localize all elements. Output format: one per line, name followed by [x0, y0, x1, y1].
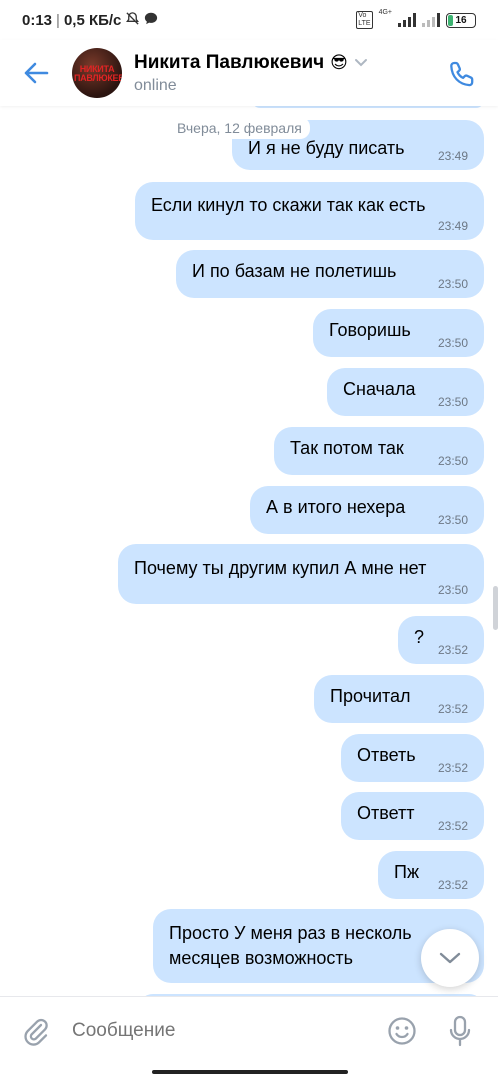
avatar[interactable]: НИКИТА ПАВЛЮКЕВИЧ — [72, 48, 122, 98]
phone-icon — [450, 61, 474, 87]
message-time: 23:52 — [437, 819, 468, 833]
message-text: Ответт — [357, 802, 415, 823]
battery-icon: 16 — [446, 12, 476, 28]
message-text: Прочитал — [330, 685, 411, 706]
chevron-down-icon — [354, 58, 367, 66]
back-button[interactable] — [0, 40, 72, 106]
message-text: Просто У меня раз в несколь месяцев возм… — [169, 921, 412, 971]
message-bubble[interactable]: Ответт 23:52 — [341, 792, 484, 840]
microphone-icon — [449, 1015, 471, 1046]
message-bubble[interactable] — [252, 106, 484, 108]
message-bubble[interactable]: Пж 23:52 — [378, 851, 484, 899]
message-text: Ответь — [357, 744, 416, 765]
message-text: И я не буду писать — [248, 137, 405, 158]
message-time: 23:50 — [437, 277, 468, 291]
battery-level: 16 — [455, 14, 467, 26]
message-line: Просто У меня раз в несколь — [169, 923, 412, 943]
message-bubble[interactable]: Сначала 23:50 — [327, 368, 484, 416]
message-bubble[interactable]: Почему ты другим купил А мне нет 23:50 — [118, 544, 484, 604]
network-type: 4G+ — [378, 9, 392, 16]
message-bubble[interactable]: Так потом так 23:50 — [274, 427, 484, 475]
signal-icon — [398, 13, 416, 27]
message-time: 23:52 — [437, 702, 468, 716]
scrollbar[interactable] — [493, 586, 498, 630]
message-bubble[interactable]: ? 23:52 — [398, 616, 484, 664]
contact-emoji: 😎 — [330, 52, 348, 72]
message-bubble[interactable]: Прочитал 23:52 — [314, 675, 484, 723]
call-button[interactable] — [442, 54, 482, 94]
sticker-button[interactable] — [382, 1011, 422, 1051]
voice-message-button[interactable] — [440, 1011, 480, 1051]
status-time: 0:13 — [22, 11, 53, 29]
message-time: 23:52 — [437, 761, 468, 775]
message-time: 23:50 — [437, 583, 468, 597]
attach-button[interactable] — [0, 1016, 72, 1046]
chat-header: НИКИТА ПАВЛЮКЕВИЧ Никита Павлюкевич 😎 on… — [0, 40, 498, 106]
message-text: Почему ты другим купил А мне нет — [134, 557, 427, 578]
message-text: ? — [414, 626, 425, 647]
status-speed: 0,5 КБ/с — [63, 11, 122, 29]
volte-icon: Vo LTE — [356, 11, 373, 29]
message-list[interactable]: Вчера, 12 февраля И я не буду писать 23:… — [0, 106, 498, 996]
message-line: месяцев возможность — [169, 948, 354, 968]
message-text: Говоришь — [329, 319, 411, 340]
status-bar: 0:13 | 0,5 КБ/с Vo LTE 4G+ 16 — [0, 0, 498, 40]
message-bubble[interactable]: А в итого нехера 23:50 — [250, 486, 484, 534]
back-arrow-icon — [24, 62, 49, 84]
paperclip-icon — [24, 1018, 48, 1046]
message-input[interactable] — [72, 1019, 382, 1042]
message-time: 23:52 — [437, 643, 468, 657]
message-text: А в итого нехера — [266, 496, 406, 517]
message-bubble[interactable]: Ответь 23:52 — [341, 734, 484, 782]
message-text: Если кинул то скажи так как есть — [151, 194, 426, 215]
mute-icon — [125, 11, 140, 30]
jump-to-bottom-button[interactable] — [421, 929, 479, 987]
message-bubble[interactable]: Говоришь 23:50 — [313, 309, 484, 357]
message-time: 23:50 — [437, 513, 468, 527]
message-time: 23:50 — [437, 454, 468, 468]
message-text: И по базам не полетишь — [192, 260, 397, 281]
jump-down-icon — [439, 952, 461, 964]
contact-name-row: Никита Павлюкевич 😎 — [134, 52, 368, 74]
message-time: 23:52 — [437, 878, 468, 892]
message-time: 23:50 — [437, 395, 468, 409]
message-text: Сначала — [343, 378, 416, 399]
date-separator: Вчера, 12 февраля — [169, 117, 310, 139]
message-time: 23:50 — [437, 336, 468, 350]
message-time: 23:49 — [437, 219, 468, 233]
message-composer — [0, 996, 498, 1064]
message-text: Так потом так — [290, 437, 404, 458]
status-bar-left: 0:13 | 0,5 КБ/с — [22, 11, 158, 30]
message-text: Пж — [394, 861, 419, 882]
signal-icon-2 — [422, 13, 440, 27]
chat-title[interactable]: Никита Павлюкевич 😎 online — [134, 52, 368, 95]
message-bubble[interactable]: Если кинул то скажи так как есть 23:49 — [135, 182, 484, 240]
contact-name: Никита Павлюкевич — [134, 51, 325, 73]
gesture-navigation-bar[interactable] — [152, 1070, 348, 1074]
message-bubble[interactable]: И по базам не полетишь 23:50 — [176, 250, 484, 298]
sticker-icon — [388, 1016, 416, 1045]
contact-status: online — [134, 76, 177, 94]
chat-notification-icon — [144, 11, 158, 29]
status-bar-right: Vo LTE 4G+ 16 — [356, 9, 476, 29]
message-time: 23:49 — [437, 149, 468, 163]
avatar-text: НИКИТА ПАВЛЮКЕВИЧ — [74, 64, 122, 83]
